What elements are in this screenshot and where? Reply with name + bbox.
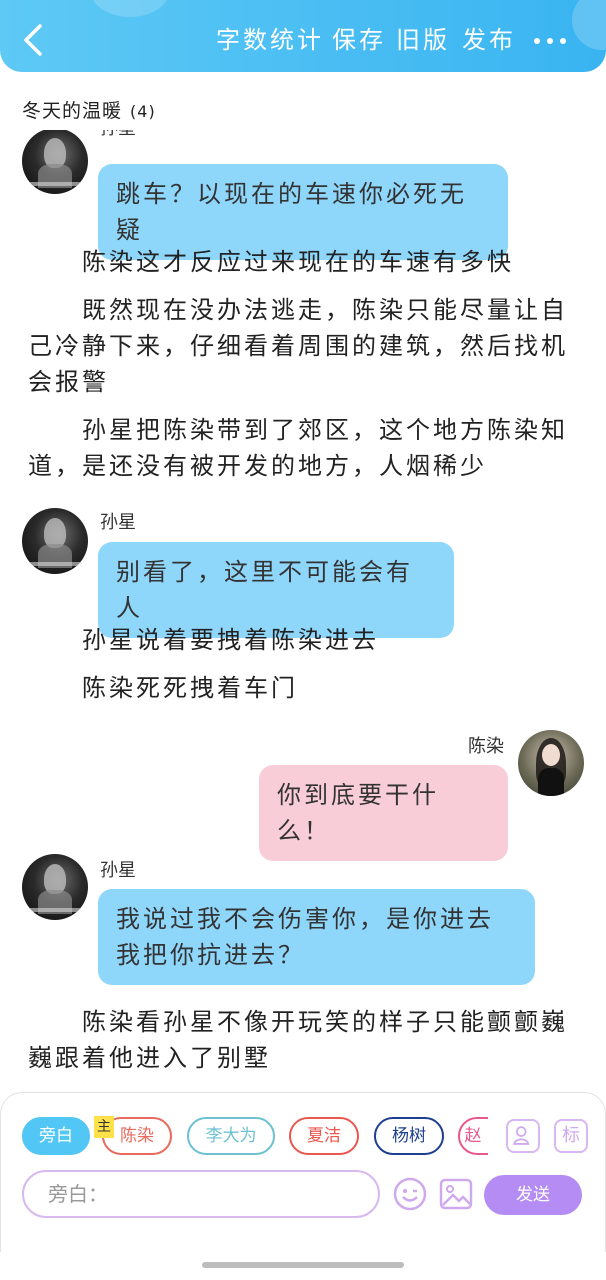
emoji-icon[interactable] bbox=[392, 1176, 428, 1212]
chat-content[interactable]: 孙星 跳车？以现在的车速你必死无疑 陈染这才反应过来现在的车速有多快 既然现在没… bbox=[0, 130, 606, 1090]
word-count-button[interactable]: 字数统计 bbox=[216, 24, 324, 56]
tag-icon[interactable]: 标 bbox=[554, 1119, 588, 1153]
narration[interactable]: 陈染看孙星不像开玩笑的样子只能颤颤巍巍跟着他进入了别墅 bbox=[28, 1004, 568, 1076]
home-indicator bbox=[202, 1262, 404, 1268]
role-chip-narrator[interactable]: 旁白 bbox=[22, 1117, 90, 1155]
narration[interactable]: 孙星把陈染带到了郊区，这个地方陈染知道，是还没有被开发的地方，人烟稀少 bbox=[28, 412, 568, 484]
narration[interactable]: 既然现在没办法逃走，陈染只能尽量让自己冷静下来，仔细看着周围的建筑，然后找机会报… bbox=[28, 292, 568, 400]
message-bubble[interactable]: 我说过我不会伤害你，是你进去我把你抗进去？ bbox=[98, 889, 535, 985]
speaker-name: 陈染 bbox=[468, 736, 504, 757]
story-name: 冬天的温暖 bbox=[22, 100, 123, 122]
narration[interactable]: 陈染这才反应过来现在的车速有多快 bbox=[28, 244, 568, 280]
speaker-name: 孙星 bbox=[100, 130, 136, 140]
narration[interactable]: 孙星说着要拽着陈染进去 bbox=[28, 622, 568, 658]
role-chip-lidawei[interactable]: 李大为 bbox=[187, 1117, 275, 1155]
avatar-chenran[interactable] bbox=[518, 730, 584, 796]
avatar-sunxing[interactable] bbox=[22, 130, 88, 194]
avatar-sunxing[interactable] bbox=[22, 508, 88, 574]
role-chip-yangshu[interactable]: 杨树 bbox=[374, 1117, 444, 1155]
back-icon[interactable] bbox=[18, 22, 48, 58]
message-bubble[interactable]: 你到底要干什么！ bbox=[259, 765, 508, 861]
send-button[interactable]: 发送 bbox=[484, 1175, 582, 1215]
speaker-name: 孙星 bbox=[100, 512, 136, 533]
owner-badge: 主 bbox=[94, 1116, 114, 1138]
more-icon[interactable] bbox=[530, 24, 570, 56]
speaker-name: 孙星 bbox=[100, 860, 136, 881]
narration[interactable]: 陈染死死拽着车门 bbox=[28, 670, 568, 706]
chapter-count: (4) bbox=[130, 102, 156, 121]
image-icon[interactable] bbox=[438, 1176, 474, 1212]
save-button[interactable]: 保存 bbox=[332, 24, 386, 56]
old-version-button[interactable]: 旧版 bbox=[396, 24, 450, 56]
message-input[interactable]: 旁白： bbox=[22, 1170, 380, 1218]
role-chip-xiajie[interactable]: 夏洁 bbox=[289, 1117, 359, 1155]
header-decoration bbox=[572, 0, 606, 50]
avatar-sunxing[interactable] bbox=[22, 854, 88, 920]
header-decoration bbox=[90, 0, 170, 17]
publish-button[interactable]: 发布 bbox=[462, 24, 516, 56]
character-card-icon[interactable] bbox=[506, 1119, 540, 1153]
top-bar: 字数统计 保存 旧版 发布 bbox=[0, 0, 606, 72]
story-title: 冬天的温暖 (4) bbox=[22, 96, 156, 123]
role-chip-zhao[interactable]: 赵 bbox=[458, 1117, 488, 1155]
role-chip-overflow: 赵 bbox=[458, 1117, 488, 1155]
